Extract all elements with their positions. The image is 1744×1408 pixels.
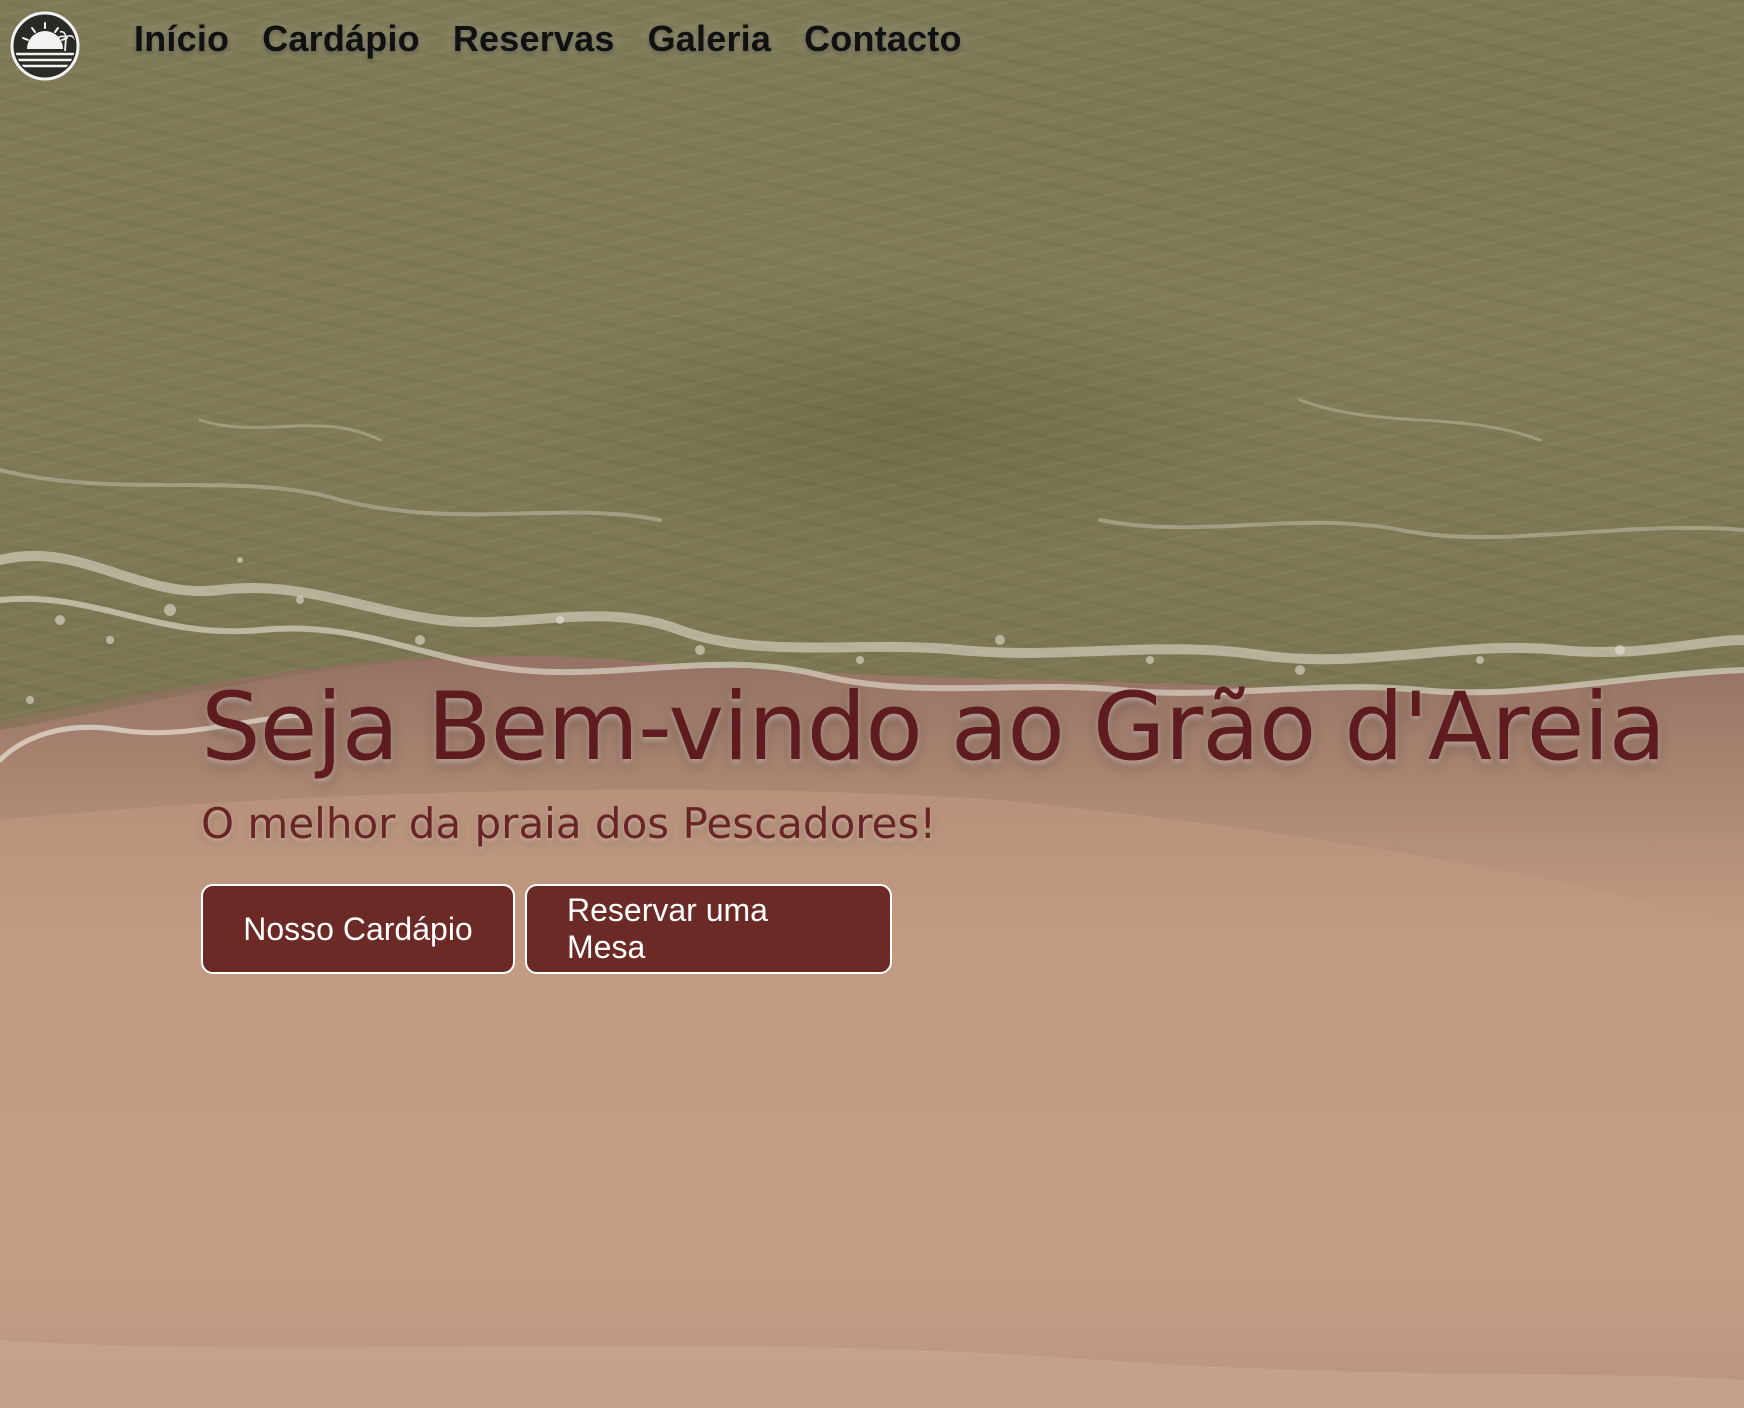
reserve-table-button[interactable]: Reservar uma Mesa <box>525 884 892 974</box>
nav-link-galeria[interactable]: Galeria <box>648 18 771 60</box>
nav-links: Início Cardápio Reservas Galeria Contact… <box>134 18 995 60</box>
menu-button[interactable]: Nosso Cardápio <box>201 884 515 974</box>
hero-subtitle: O melhor da praia dos Pescadores! <box>201 799 937 848</box>
hero-title: Seja Bem-vindo ao Grão d'Areia <box>201 673 1666 782</box>
nav-link-inicio[interactable]: Início <box>134 18 229 60</box>
sunset-beach-logo-icon[interactable] <box>10 11 80 81</box>
nav-link-cardapio[interactable]: Cardápio <box>262 18 420 60</box>
nav-link-contacto[interactable]: Contacto <box>804 18 962 60</box>
top-navigation: Início Cardápio Reservas Galeria Contact… <box>0 0 1744 92</box>
hero-buttons: Nosso Cardápio Reservar uma Mesa <box>201 884 1665 974</box>
hero-content: Seja Bem-vindo ao Grão d'Areia O melhor … <box>201 672 1666 974</box>
nav-link-reservas[interactable]: Reservas <box>453 18 615 60</box>
